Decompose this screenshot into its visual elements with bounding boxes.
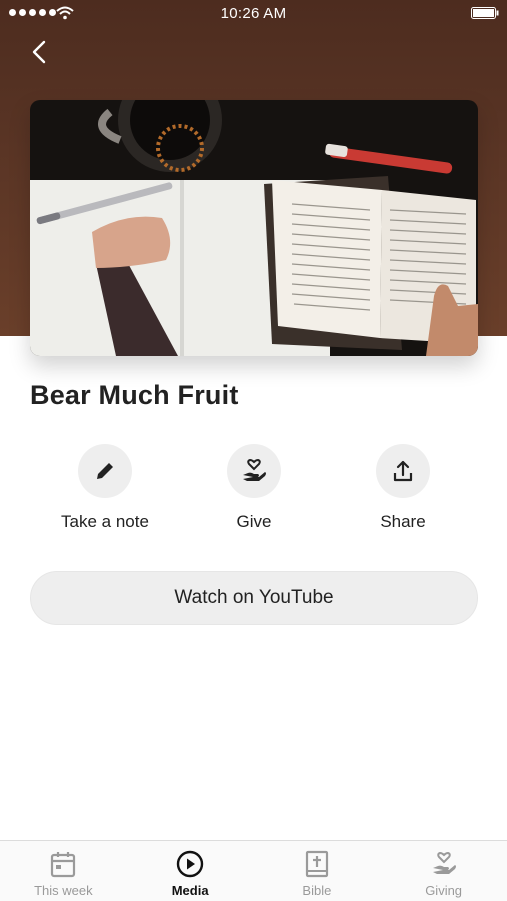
share-button[interactable]: Share: [333, 444, 473, 532]
share-icon-circle: [376, 444, 430, 498]
tab-giving[interactable]: Giving: [380, 841, 507, 901]
tab-bible[interactable]: Bible: [254, 841, 381, 901]
sermon-cover-image: [30, 100, 478, 356]
heart-hand-icon: [243, 458, 266, 481]
share-label: Share: [380, 512, 426, 531]
battery-icon: [471, 7, 499, 19]
give-label: Give: [236, 512, 272, 531]
tab-label-giving: Giving: [425, 883, 463, 898]
take-note-icon-circle: [78, 444, 132, 498]
tab-label-bible: Bible: [302, 883, 332, 898]
back-chevron-icon[interactable]: [26, 36, 56, 68]
status-time: 10:26 AM: [220, 5, 287, 22]
share-icon: [393, 460, 413, 482]
tab-this-week[interactable]: This week: [0, 841, 127, 901]
heart-hand-icon: [432, 851, 456, 874]
give-button[interactable]: Give: [184, 444, 324, 532]
bottom-tab-bar: This week Media Bible Giving: [0, 840, 507, 901]
tab-label-this-week: This week: [34, 883, 93, 898]
watch-on-youtube-button[interactable]: Watch on YouTube: [30, 571, 478, 625]
take-note-label: Take a note: [61, 512, 149, 531]
pencil-icon: [97, 463, 113, 479]
give-icon-circle: [227, 444, 281, 498]
take-note-button[interactable]: Take a note: [35, 444, 175, 532]
calendar-icon: [51, 852, 76, 878]
tab-label-media: Media: [171, 883, 209, 898]
status-bar: 10:26 AM: [0, 0, 507, 28]
play-circle-icon: [176, 850, 204, 878]
tab-media[interactable]: Media: [127, 841, 254, 901]
page-title: Bear Much Fruit: [30, 380, 239, 410]
bible-icon: [305, 850, 328, 878]
